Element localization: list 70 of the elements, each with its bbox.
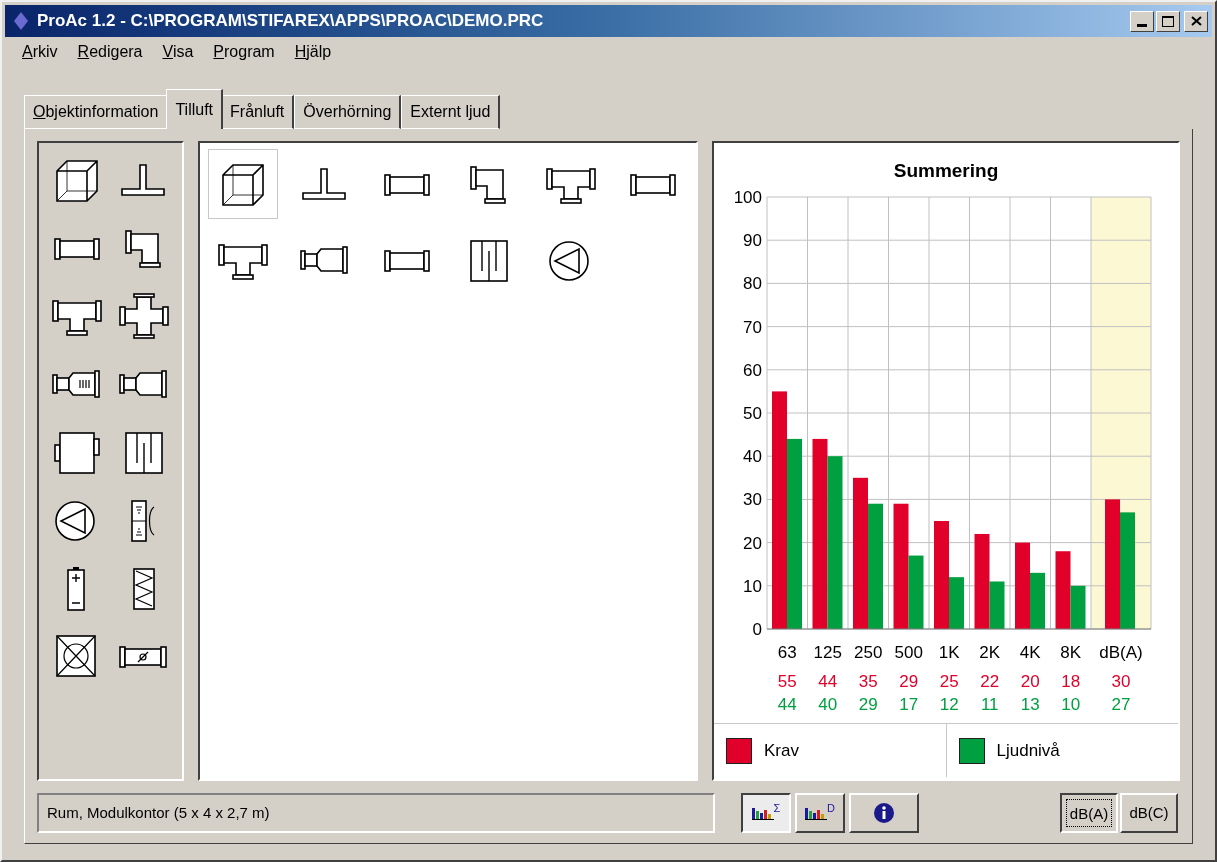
value-label: 29 [858, 695, 878, 714]
value-label: 29 [899, 672, 919, 691]
axis-category-label: 250 [854, 643, 883, 662]
axis-tick-label: 10 [743, 576, 762, 596]
axis-category-label: 1K [938, 643, 960, 662]
status-field: Rum, Modulkontor (5 x 4 x 2,7 m) [37, 793, 715, 833]
minimize-icon [1137, 23, 1147, 27]
legend-label: Ljudnivå [996, 739, 1060, 762]
maximize-button[interactable] [1156, 10, 1180, 32]
legend-label: Krav [764, 739, 799, 762]
axis-category-label: 125 [813, 643, 842, 662]
value-label: 27 [1111, 695, 1131, 714]
unit-button[interactable]: dB(C) [1120, 793, 1178, 833]
value-label: 17 [899, 695, 919, 714]
minimize-button[interactable] [1130, 10, 1154, 32]
tab[interactable]: Frånluft [221, 95, 295, 129]
value-label: 12 [939, 695, 959, 714]
axis-category-label: 500 [894, 643, 923, 662]
close-button[interactable] [1184, 10, 1208, 32]
axis-category-label: dB(A) [1099, 643, 1143, 662]
value-label: 25 [939, 672, 959, 691]
summary-chart-button[interactable]: Σ [741, 793, 791, 833]
close-icon [1190, 16, 1202, 26]
axis-tick-label: 0 [752, 620, 762, 639]
selected-component[interactable] [208, 149, 278, 219]
axis-tick-label: 30 [743, 490, 762, 510]
app-icon [13, 11, 29, 31]
tab[interactable]: Tilluft [166, 89, 224, 129]
axis-tick-label: 60 [743, 360, 762, 380]
value-label: 20 [1020, 672, 1040, 691]
value-label: 35 [858, 672, 878, 691]
axis-tick-label: 20 [743, 533, 762, 553]
tab[interactable]: Objektinformation [24, 95, 169, 129]
cross-pipe-icon[interactable] [117, 291, 170, 341]
axis-tick-label: 50 [743, 404, 762, 423]
axis-category-label: 2K [979, 643, 1001, 662]
axis-tick-label: 80 [743, 274, 762, 294]
bar-chart-icon [751, 806, 774, 820]
value-label: 18 [1061, 672, 1081, 691]
value-label: 44 [818, 672, 838, 691]
axis-tick-label: 90 [743, 231, 762, 251]
value-label: 44 [777, 695, 797, 714]
axis-category-label: 8K [1060, 643, 1082, 662]
value-label: 13 [1020, 695, 1040, 714]
axis-tick-label: 70 [743, 317, 762, 337]
value-label: 40 [818, 695, 838, 714]
axis-category-label: 4K [1019, 643, 1041, 662]
value-label: 30 [1111, 672, 1131, 691]
tab[interactable]: Överhörning [294, 95, 402, 129]
menu-item[interactable]: Program [209, 40, 279, 64]
menu-item[interactable]: Redigera [73, 40, 147, 64]
info-button[interactable] [849, 793, 919, 833]
value-label: 22 [980, 672, 1000, 691]
tab[interactable]: Externt ljud [401, 95, 501, 129]
axis-tick-label: 40 [743, 447, 762, 467]
window-title: ProAc 1.2 - C:\PROGRAM\STIFAREX\APPS\PROAC\DEMO.PRC [37, 10, 544, 33]
difference-chart-button[interactable]: D [795, 793, 845, 833]
menu-item[interactable]: Arkiv [18, 40, 62, 64]
bar-chart-icon [805, 806, 827, 820]
axis-category-label: 63 [777, 643, 797, 662]
maximize-icon [1162, 15, 1174, 27]
menu-item[interactable]: Hjälp [290, 40, 336, 64]
unit-button[interactable]: dB(A) [1060, 793, 1118, 833]
value-label: 10 [1061, 695, 1081, 714]
menu-item[interactable]: Visa [158, 40, 198, 64]
value-label: 55 [777, 672, 797, 691]
info-icon [873, 802, 895, 824]
axis-tick-label: 100 [733, 188, 762, 207]
value-label: 11 [980, 695, 999, 714]
chart-title: Summering [893, 160, 999, 181]
